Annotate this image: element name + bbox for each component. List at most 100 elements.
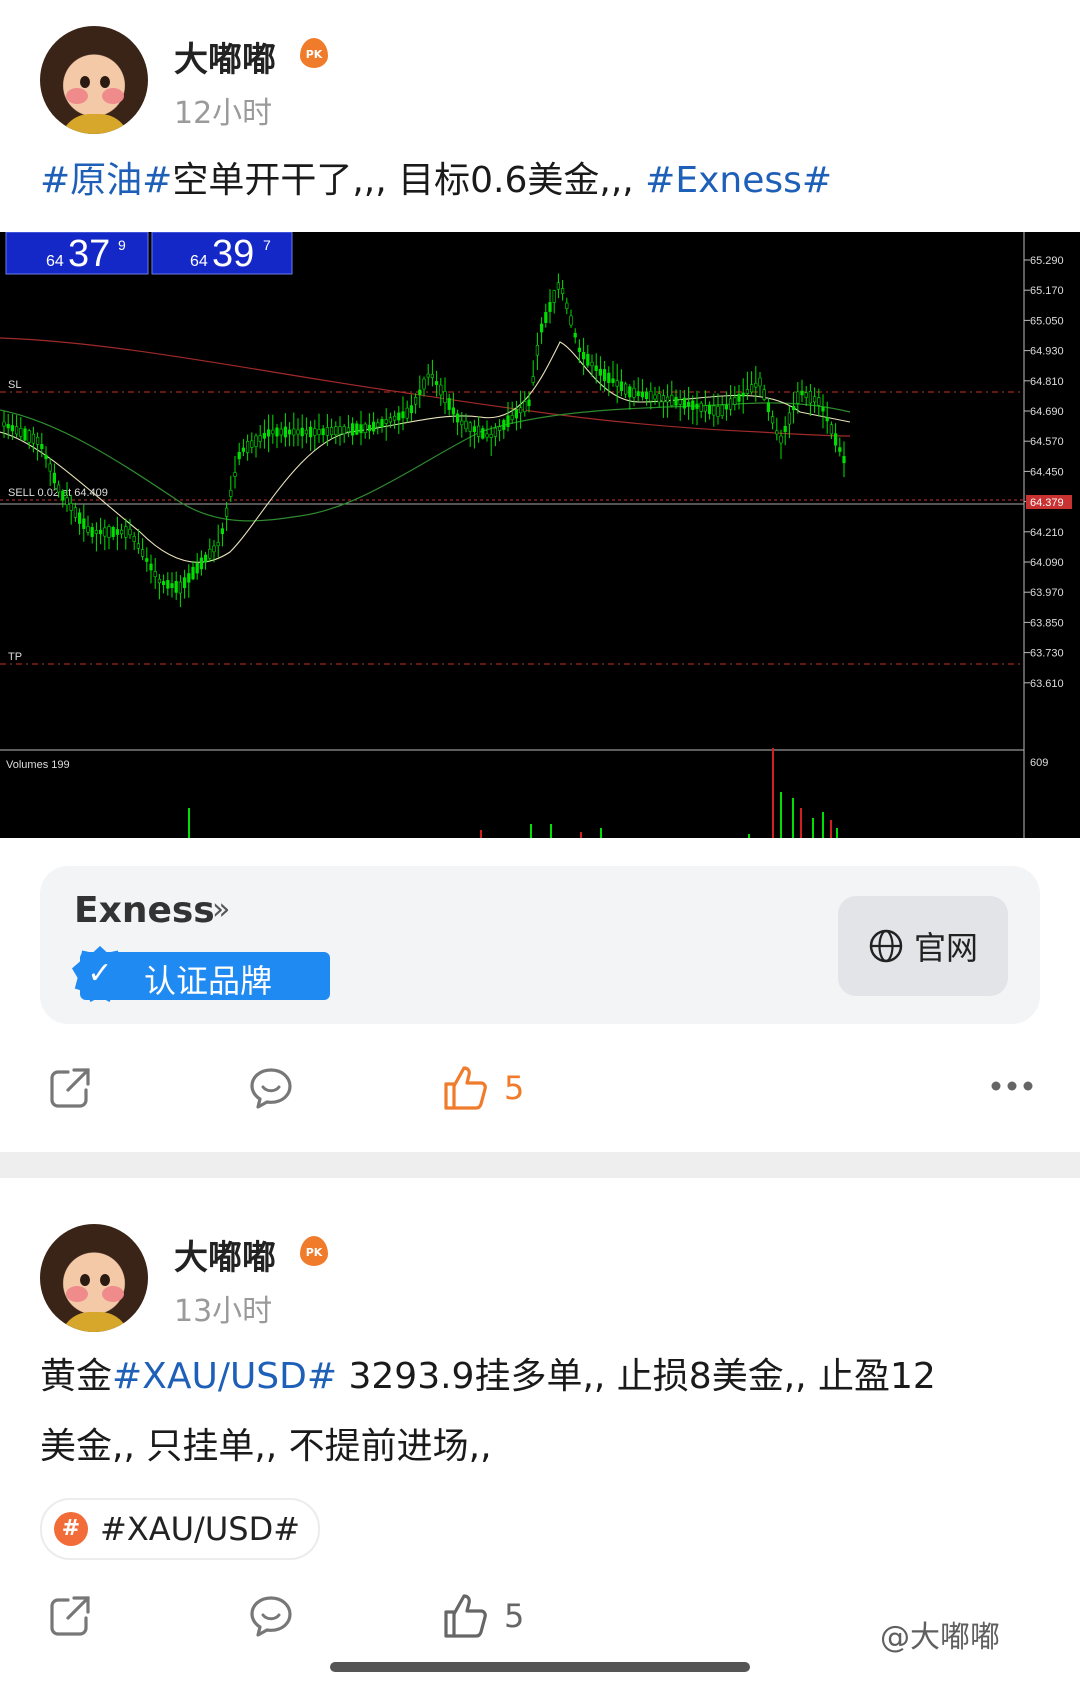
candle-body (842, 456, 846, 464)
comment-button[interactable] (248, 1594, 294, 1640)
official-site-button[interactable]: 官网 (838, 896, 1008, 996)
candle-body (44, 454, 48, 460)
candle-body (23, 428, 27, 441)
username[interactable]: 大嘟嘟 (174, 32, 276, 81)
brand-name[interactable]: Exness (74, 890, 215, 931)
candle-body (812, 396, 817, 403)
candle-body (187, 573, 191, 583)
candle-body (527, 399, 531, 407)
candle-body (649, 390, 653, 402)
volume-bar (780, 792, 782, 838)
candle-body (329, 427, 334, 436)
share-button[interactable] (48, 1066, 92, 1110)
price-tick-label: 64.210 (1030, 527, 1064, 539)
candle-body (628, 386, 632, 398)
candle-body (86, 526, 90, 533)
topic-tag-link[interactable]: #Exness# (645, 160, 832, 201)
candle-body (136, 543, 141, 549)
price-tick-label: 64.570 (1030, 436, 1064, 448)
post-actions: 5 (0, 1066, 1080, 1126)
chart-image[interactable]: 64 37 9 64 39 7 SL SELL 0.02 at 64.409 T… (0, 232, 1080, 838)
tp-label: TP (8, 651, 22, 663)
candle-body (90, 527, 94, 537)
candle-body (518, 407, 523, 414)
candle-body (183, 577, 187, 589)
brand-card[interactable]: Exness » ✓ 认证品牌 官网 (40, 866, 1040, 1024)
candle-body (56, 484, 61, 493)
candle-body (754, 382, 758, 388)
price-tick-label: 64.810 (1030, 376, 1064, 388)
candle-body (334, 426, 338, 436)
candle-body (153, 570, 157, 578)
candle-body (506, 415, 510, 428)
home-indicator[interactable] (330, 1662, 750, 1672)
more-options-button[interactable] (990, 1080, 1034, 1092)
candle-body (266, 429, 271, 437)
post-time: 13小时 (174, 1294, 273, 1329)
candle-body (502, 419, 506, 430)
candle-body (94, 530, 98, 534)
share-button[interactable] (48, 1594, 92, 1638)
avatar[interactable] (40, 1224, 148, 1332)
price-axis: 65.290 65.170 65.050 64.930 64.810 64.690 64.5… (1024, 255, 1064, 690)
candle-body (460, 420, 464, 426)
candle-body (766, 402, 770, 413)
like-count: 5 (504, 1069, 525, 1107)
comment-button[interactable] (248, 1066, 294, 1112)
price-tick-label: 64.450 (1030, 466, 1064, 478)
candle-body (279, 428, 283, 436)
candle-body (686, 401, 691, 407)
candle-body (838, 447, 842, 452)
candle-body (833, 433, 838, 446)
candle-body (796, 391, 800, 404)
candle-body (418, 389, 422, 396)
candle-body (35, 436, 40, 445)
candle-body (82, 518, 86, 529)
candle-body (254, 435, 258, 447)
share-icon (50, 1596, 90, 1636)
candle-body (481, 428, 485, 439)
candle-body (678, 399, 682, 405)
candle-body (560, 288, 565, 294)
candle-body (602, 369, 607, 381)
candle-body (531, 376, 535, 383)
candle-body (691, 400, 695, 410)
volume-bar (830, 820, 832, 838)
price-tick-label: 65.290 (1030, 255, 1064, 267)
volume-bar (530, 824, 532, 838)
candle-body (737, 393, 741, 402)
candle-body (313, 428, 317, 436)
candle-body (342, 426, 346, 434)
candle-body (178, 581, 183, 594)
candle-body (615, 380, 619, 387)
topic-chip[interactable]: # #XAU/USD# (40, 1498, 321, 1560)
candle-body (258, 435, 262, 442)
candle-body (208, 548, 212, 559)
candle-body (132, 536, 136, 542)
topic-tag-link[interactable]: #XAU/USD# (112, 1356, 337, 1397)
avatar[interactable] (40, 26, 148, 134)
candle-body (325, 427, 330, 436)
candle-body (607, 372, 611, 383)
candle-body (2, 421, 6, 427)
like-button[interactable]: 5 (442, 1064, 524, 1112)
candle-body (804, 392, 808, 398)
candle-body (489, 434, 493, 438)
thumbs-up-icon (444, 1594, 487, 1638)
topic-tag-link[interactable]: #原油# (40, 160, 172, 201)
candle-body (27, 430, 31, 443)
candle-body (800, 390, 804, 396)
globe-icon (869, 929, 903, 963)
more-icon (991, 1081, 1033, 1091)
candle-body (250, 440, 254, 448)
candle-body (825, 417, 829, 422)
candle-body (40, 444, 44, 449)
like-button[interactable]: 5 (442, 1592, 524, 1640)
candle-body (653, 394, 657, 400)
thumbs-up-icon (444, 1066, 487, 1110)
candle-body (246, 441, 250, 453)
candle-body (619, 381, 623, 392)
candle-body (758, 377, 762, 387)
username[interactable]: 大嘟嘟 (174, 1230, 276, 1279)
candle-body (19, 428, 23, 437)
